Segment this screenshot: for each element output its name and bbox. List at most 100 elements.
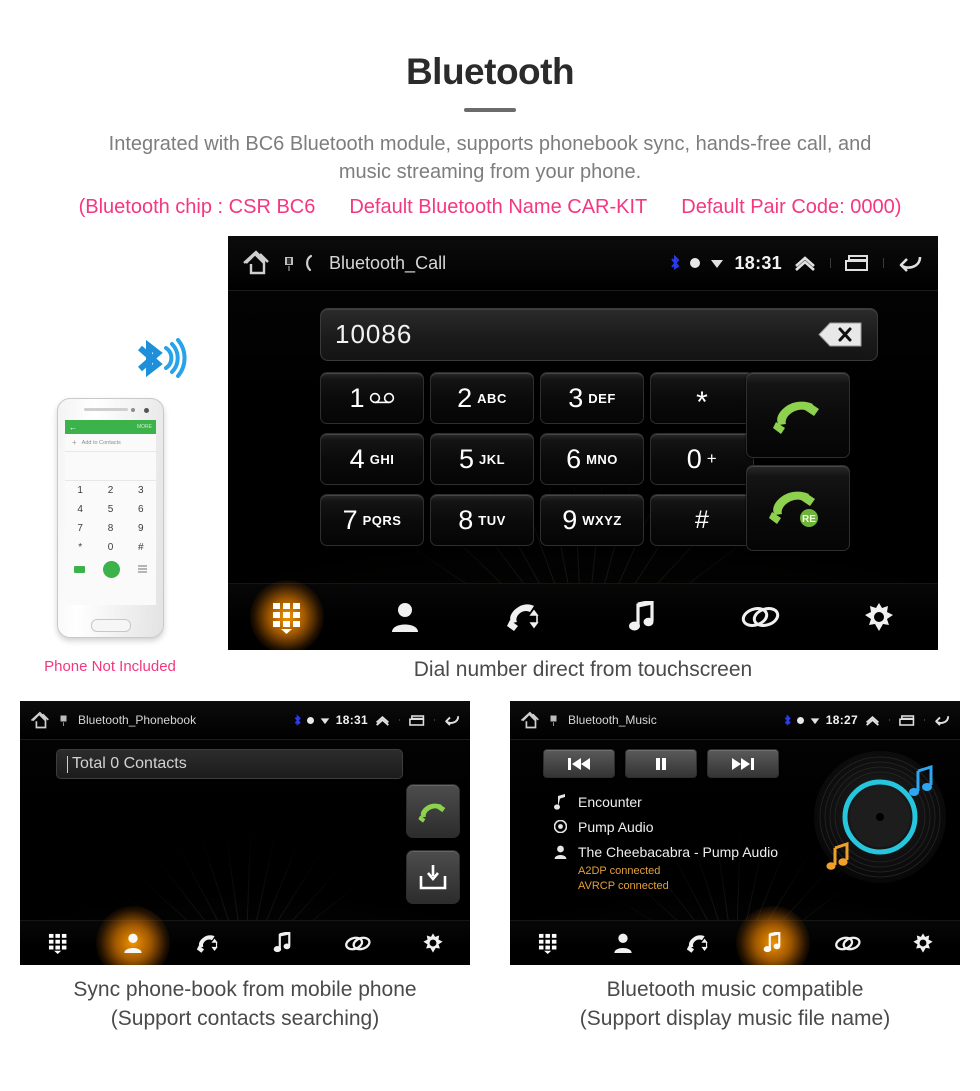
- link-icon: [835, 936, 861, 950]
- phonebook-statusbar: Bluetooth_Phonebook 18:31: [20, 701, 470, 740]
- nav-keypad[interactable]: [20, 921, 95, 965]
- link-icon: [345, 936, 371, 950]
- key-1[interactable]: 1: [320, 372, 424, 424]
- phone-key: 3: [138, 485, 144, 496]
- nav-music[interactable]: [583, 584, 701, 650]
- back-icon[interactable]: [443, 713, 462, 727]
- bluetooth-icon: [294, 713, 301, 726]
- music-note-icon: [763, 932, 781, 953]
- album-name: Pump Audio: [578, 818, 654, 835]
- key-label: 9: [562, 504, 578, 535]
- gear-icon: [422, 933, 443, 953]
- key-hash[interactable]: #: [650, 494, 754, 546]
- next-track-button[interactable]: [707, 749, 779, 778]
- key-sublabel: ABC: [477, 390, 507, 406]
- disc-icon: [554, 820, 567, 833]
- key-9[interactable]: 9 WXYZ: [540, 494, 644, 546]
- app-icon[interactable]: [549, 714, 558, 726]
- key-0[interactable]: 0 +: [650, 433, 754, 485]
- link-icon: [742, 607, 780, 627]
- note-icon: [554, 793, 565, 810]
- app-icon[interactable]: [283, 255, 295, 271]
- number-input[interactable]: 10086: [320, 308, 878, 361]
- phone-screen: ← MORE + Add to Contacts 1 2 3 4 5 6 7 8…: [65, 420, 156, 605]
- dialer-navbar: [228, 583, 938, 650]
- chevron-up-icon[interactable]: [792, 253, 818, 273]
- phonebook-caption-line-2: (Support contacts searching): [110, 1007, 380, 1030]
- previous-track-button[interactable]: [543, 749, 615, 778]
- phonebook-call-button[interactable]: [406, 784, 460, 838]
- wifi-icon: [711, 260, 724, 268]
- nav-call-history[interactable]: [465, 584, 583, 650]
- key-8[interactable]: 8 TUV: [430, 494, 534, 546]
- key-sublabel: TUV: [478, 512, 506, 528]
- phone-call-icon: [103, 560, 120, 578]
- mute-dot-icon: [690, 258, 701, 268]
- home-icon[interactable]: [30, 710, 54, 731]
- phone-not-included-label: Phone Not Included: [44, 658, 176, 675]
- phone-back-icon: ←: [69, 422, 77, 432]
- phone-key: 1: [77, 485, 83, 496]
- nav-contacts[interactable]: [346, 584, 464, 650]
- track-title: Encounter: [578, 793, 642, 810]
- key-star[interactable]: *: [650, 372, 754, 424]
- recents-icon[interactable]: [843, 253, 871, 273]
- key-label: 1: [349, 382, 365, 413]
- recents-icon[interactable]: [408, 714, 426, 727]
- phone-key: 0: [107, 542, 114, 553]
- phone-key: 2: [107, 485, 114, 496]
- nav-pair[interactable]: [320, 921, 395, 965]
- dialer-title: Bluetooth_Call: [329, 252, 447, 273]
- spec-list: (Bluetooth chip : CSR BC6 Default Blueto…: [0, 194, 980, 220]
- home-icon[interactable]: [242, 248, 276, 278]
- nav-contacts[interactable]: [95, 921, 170, 965]
- chevron-up-icon[interactable]: [864, 714, 881, 727]
- phone-key: 4: [77, 504, 83, 515]
- redial-button[interactable]: RE: [746, 465, 850, 551]
- backspace-icon[interactable]: [817, 321, 863, 348]
- nav-settings[interactable]: [885, 921, 960, 965]
- recents-icon[interactable]: [898, 714, 916, 727]
- nav-call-history[interactable]: [170, 921, 245, 965]
- dialer-statusbar: Bluetooth_Call 18:31: [228, 236, 938, 291]
- key-sublabel: JKL: [478, 451, 506, 467]
- phonebook-navbar: [20, 920, 470, 965]
- nav-settings[interactable]: [820, 584, 938, 650]
- phone-home-button: [91, 619, 131, 632]
- key-sublabel: MNO: [586, 451, 618, 467]
- gear-icon: [864, 603, 893, 631]
- key-2[interactable]: 2 ABC: [430, 372, 534, 424]
- back-icon[interactable]: [896, 252, 926, 274]
- nav-settings[interactable]: [395, 921, 470, 965]
- home-icon[interactable]: [520, 710, 544, 731]
- chevron-up-icon[interactable]: [374, 714, 391, 727]
- nav-keypad[interactable]: [228, 584, 346, 650]
- dialer-screen: Bluetooth_Call 18:31 10086 1 2 ABC 3 DEF…: [228, 236, 938, 650]
- music-note-icon: [273, 932, 291, 953]
- key-label: 5: [458, 443, 474, 474]
- nav-keypad[interactable]: [510, 921, 585, 965]
- nav-music[interactable]: [245, 921, 320, 965]
- call-button[interactable]: [746, 372, 850, 458]
- call-icon: [418, 803, 446, 823]
- download-contacts-button[interactable]: [406, 850, 460, 904]
- nav-contacts[interactable]: [585, 921, 660, 965]
- nav-pair[interactable]: [810, 921, 885, 965]
- key-4[interactable]: 4 GHI: [320, 433, 424, 485]
- nav-call-history[interactable]: [660, 921, 735, 965]
- app-icon[interactable]: [59, 714, 68, 726]
- music-statusbar: Bluetooth_Music 18:27: [510, 701, 960, 740]
- contacts-search-input[interactable]: Total 0 Contacts: [56, 749, 403, 779]
- key-5[interactable]: 5 JKL: [430, 433, 534, 485]
- phone-key: 7: [77, 523, 83, 534]
- back-icon[interactable]: [933, 713, 952, 727]
- phone-key: #: [138, 542, 144, 553]
- nav-music[interactable]: [735, 921, 810, 965]
- key-7[interactable]: 7 PQRS: [320, 494, 424, 546]
- pause-button[interactable]: [625, 749, 697, 778]
- phone-icon[interactable]: [302, 254, 316, 272]
- phone-keypad-icon: [138, 564, 147, 574]
- key-6[interactable]: 6 MNO: [540, 433, 644, 485]
- nav-pair[interactable]: [701, 584, 819, 650]
- key-3[interactable]: 3 DEF: [540, 372, 644, 424]
